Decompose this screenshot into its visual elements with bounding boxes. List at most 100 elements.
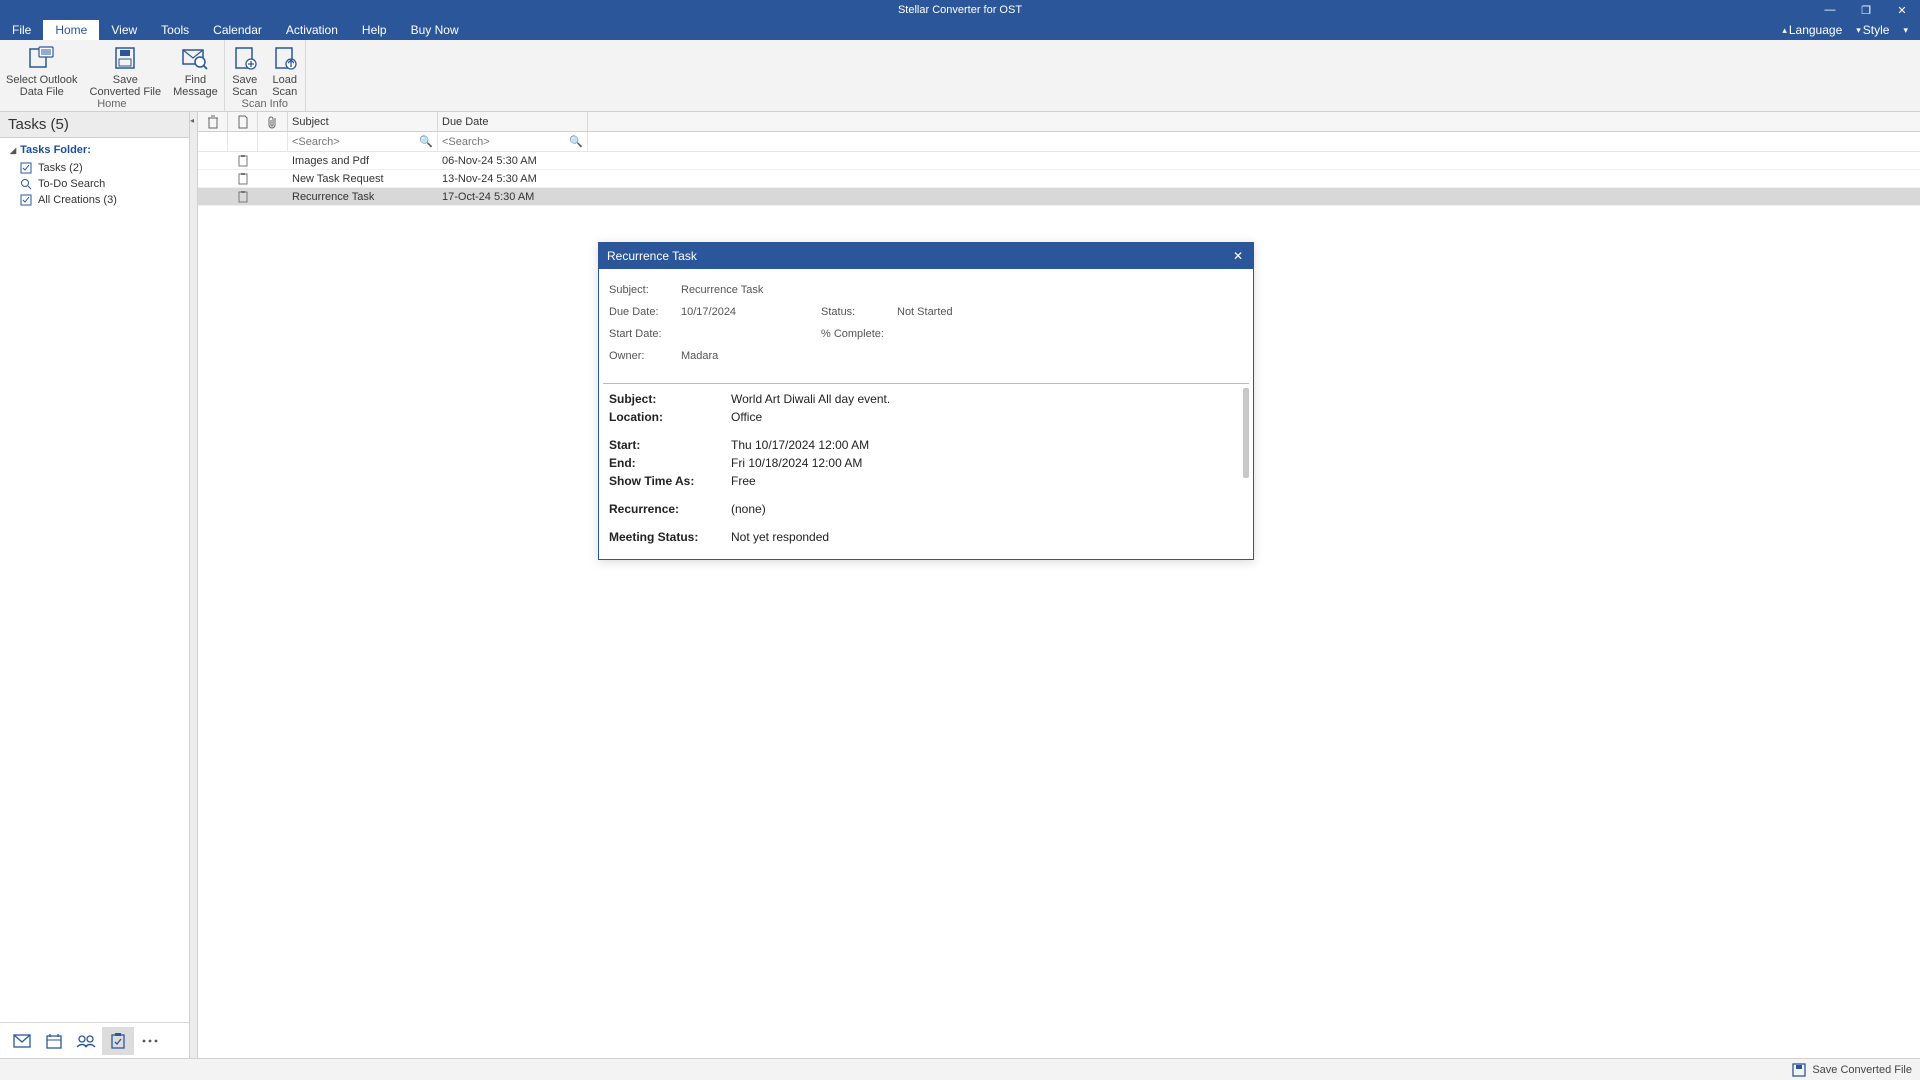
task-detail-panel: Recurrence Task ✕ Subject: Recurrence Ta… bbox=[598, 242, 1254, 560]
sidebar-collapse-handle[interactable]: ◂ bbox=[190, 112, 198, 1058]
people-icon bbox=[76, 1034, 96, 1048]
maximize-button[interactable]: ❐ bbox=[1848, 0, 1884, 20]
menu-bar: File Home View Tools Calendar Activation… bbox=[0, 20, 1920, 40]
detail-body-value: Not yet responded bbox=[731, 528, 1243, 546]
search-icon: 🔍 bbox=[569, 135, 583, 148]
detail-scrollbar[interactable] bbox=[1243, 388, 1249, 478]
detail-body-value: Office bbox=[731, 408, 1243, 426]
search-subject[interactable]: 🔍 bbox=[288, 132, 438, 151]
caret-down-icon: ▾ bbox=[1903, 25, 1908, 36]
search-due-input[interactable] bbox=[442, 136, 583, 148]
tree-item-all-creations[interactable]: All Creations (3) bbox=[6, 192, 183, 208]
language-dropdown[interactable]: ▴Language bbox=[1776, 23, 1848, 37]
nav-people[interactable] bbox=[70, 1027, 102, 1055]
select-outlook-data-file-button[interactable]: Select Outlook Data File bbox=[0, 40, 84, 98]
table-row[interactable]: Recurrence Task 17-Oct-24 5:30 AM bbox=[198, 188, 1920, 206]
detail-body-label: Recurrence: bbox=[609, 500, 731, 518]
calendar-icon bbox=[46, 1033, 62, 1049]
triangle-left-icon: ◂ bbox=[190, 116, 194, 125]
list-header: Subject Due Date bbox=[198, 112, 1920, 132]
folder-tree: ◢Tasks Folder: Tasks (2) To-Do Search Al… bbox=[0, 138, 189, 1022]
menu-view[interactable]: View bbox=[99, 20, 149, 40]
nav-tasks[interactable] bbox=[102, 1027, 134, 1055]
detail-body-label: Show Time As: bbox=[609, 472, 731, 490]
status-save-button[interactable]: Save Converted File bbox=[1812, 1064, 1912, 1076]
save-scan-button[interactable]: Save Scan bbox=[225, 40, 265, 98]
meta-status-label: Status: bbox=[821, 306, 897, 318]
cell-subject: Images and Pdf bbox=[288, 152, 438, 169]
detail-body-label: Subject: bbox=[609, 390, 731, 408]
meta-due-label: Due Date: bbox=[609, 306, 681, 318]
nav-more[interactable] bbox=[134, 1027, 166, 1055]
ribbon-btn-label: Load bbox=[272, 74, 296, 86]
tasks-nav-icon bbox=[111, 1033, 125, 1049]
search-subject-input[interactable] bbox=[292, 136, 433, 148]
search-spacer bbox=[258, 132, 288, 151]
find-message-button[interactable]: Find Message bbox=[167, 40, 224, 98]
cell-spacer bbox=[198, 188, 228, 205]
maximize-icon: ❐ bbox=[1861, 4, 1871, 17]
meta-owner-value: Madara bbox=[681, 350, 821, 362]
menu-help[interactable]: Help bbox=[350, 20, 399, 40]
meta-status-value: Not Started bbox=[897, 306, 953, 318]
tree-root[interactable]: ◢Tasks Folder: bbox=[6, 142, 183, 160]
paperclip-icon bbox=[268, 115, 278, 129]
col-due-date[interactable]: Due Date bbox=[438, 112, 588, 131]
app-title: Stellar Converter for OST bbox=[898, 4, 1022, 16]
table-row[interactable]: New Task Request 13-Nov-24 5:30 AM bbox=[198, 170, 1920, 188]
col-delete[interactable] bbox=[198, 112, 228, 131]
menu-tools[interactable]: Tools bbox=[149, 20, 201, 40]
caret-up-icon: ▴ bbox=[1782, 25, 1787, 36]
meta-start-label: Start Date: bbox=[609, 328, 681, 340]
detail-body-row: Recurrence:(none) bbox=[609, 500, 1243, 518]
menu-home[interactable]: Home bbox=[43, 20, 99, 40]
meta-due-value: 10/17/2024 bbox=[681, 306, 821, 318]
menu-file[interactable]: File bbox=[0, 20, 43, 40]
detail-body-row: Start:Thu 10/17/2024 12:00 AM bbox=[609, 436, 1243, 454]
cell-type-icon bbox=[228, 188, 258, 205]
ribbon-btn-label: Scan bbox=[272, 86, 297, 98]
cell-spacer bbox=[198, 170, 228, 187]
detail-close-button[interactable]: ✕ bbox=[1229, 247, 1247, 265]
col-type[interactable] bbox=[228, 112, 258, 131]
meta-subject-label: Subject: bbox=[609, 284, 681, 296]
ribbon-group-label: Scan Info bbox=[225, 98, 305, 112]
sidebar: Tasks (5) ◢Tasks Folder: Tasks (2) To-Do… bbox=[0, 112, 190, 1058]
close-icon: ✕ bbox=[1233, 249, 1243, 263]
clipboard-icon bbox=[238, 191, 248, 203]
close-icon: ✕ bbox=[1897, 4, 1906, 17]
search-due[interactable]: 🔍 bbox=[438, 132, 588, 151]
ribbon-btn-label: Select Outlook bbox=[6, 74, 78, 86]
cell-spacer bbox=[258, 152, 288, 169]
tasks-icon bbox=[20, 162, 32, 174]
style-caret2[interactable]: ▾ bbox=[1897, 25, 1916, 36]
minimize-button[interactable]: — bbox=[1812, 0, 1848, 20]
col-attachment[interactable] bbox=[258, 112, 288, 131]
load-scan-button[interactable]: Load Scan bbox=[265, 40, 305, 98]
style-dropdown[interactable]: ▾Style bbox=[1850, 23, 1895, 37]
menu-buy-now[interactable]: Buy Now bbox=[399, 20, 471, 40]
detail-titlebar: Recurrence Task ✕ bbox=[599, 243, 1253, 269]
menu-calendar[interactable]: Calendar bbox=[201, 20, 274, 40]
tree-item-tasks[interactable]: Tasks (2) bbox=[6, 160, 183, 176]
ellipsis-icon bbox=[141, 1038, 159, 1044]
ribbon-btn-label: Data File bbox=[20, 86, 64, 98]
col-subject[interactable]: Subject bbox=[288, 112, 438, 131]
save-file-icon bbox=[111, 44, 139, 72]
task-list: Images and Pdf 06-Nov-24 5:30 AM New Tas… bbox=[198, 152, 1920, 206]
close-button[interactable]: ✕ bbox=[1884, 0, 1920, 20]
find-message-icon bbox=[181, 44, 209, 72]
cell-type-icon bbox=[228, 170, 258, 187]
menu-right: ▴Language ▾Style ▾ bbox=[1776, 20, 1916, 40]
table-row[interactable]: Images and Pdf 06-Nov-24 5:30 AM bbox=[198, 152, 1920, 170]
detail-body-label: Start: bbox=[609, 436, 731, 454]
save-converted-file-button[interactable]: Save Converted File bbox=[84, 40, 168, 98]
tree-item-todo-search[interactable]: To-Do Search bbox=[6, 176, 183, 192]
nav-calendar[interactable] bbox=[38, 1027, 70, 1055]
cell-subject: New Task Request bbox=[288, 170, 438, 187]
menu-activation[interactable]: Activation bbox=[274, 20, 350, 40]
detail-body-row: Subject:World Art Diwali All day event. bbox=[609, 390, 1243, 408]
detail-body-value: World Art Diwali All day event. bbox=[731, 390, 1243, 408]
search-spacer bbox=[228, 132, 258, 151]
nav-mail[interactable] bbox=[6, 1027, 38, 1055]
